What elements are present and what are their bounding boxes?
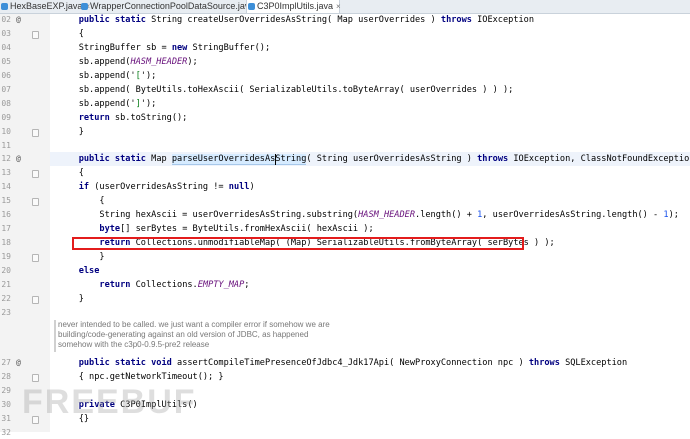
code-token: throws [528, 358, 560, 368]
code-token: StringBuffer sb = [58, 43, 172, 53]
code-token: String hexAscii = userOverridesAsString.… [58, 210, 359, 220]
code-line: { [58, 194, 105, 208]
doc-comment-bar [54, 320, 56, 352]
code-token: new [171, 43, 188, 53]
text-caret [275, 154, 276, 165]
code-token: else [78, 266, 100, 276]
code-token: public static [78, 154, 146, 164]
watermark: FREEBUF [22, 383, 197, 421]
highlight-box [72, 237, 524, 250]
code-line: public static void assertCompileTimePres… [58, 356, 627, 370]
doc-comment-line: never intended to be called. we just wan… [58, 320, 330, 329]
code-token: .length() + [415, 210, 478, 220]
code-token: IOException, ClassNotFoundException [508, 154, 690, 164]
code-line: sb.append(']'); [58, 97, 157, 111]
code-line: } [58, 292, 84, 306]
code-token: } [58, 294, 84, 304]
code-token: Map [145, 154, 172, 164]
code-token: String createUserOverridesAsString( Map … [145, 15, 441, 25]
code-token: EMPTY_MAP [197, 280, 245, 290]
code-token: ); [187, 57, 198, 67]
code-token: { [58, 29, 84, 39]
code-token: ( String userOverridesAsString ) [306, 154, 478, 164]
code-line: { [58, 27, 84, 41]
code-token: sb.append(' [58, 99, 136, 109]
code-token: StringBuffer(); [187, 43, 271, 53]
code-token: HASM_HEADER [358, 210, 416, 220]
doc-comment-line: building/code-generating against an old … [58, 330, 309, 339]
code-line: return sb.toString(); [58, 111, 188, 125]
code-line: String hexAscii = userOverridesAsString.… [58, 208, 679, 222]
code-token: sb.append( [58, 57, 131, 67]
code-line: else [58, 264, 100, 278]
code-token: return [99, 280, 131, 290]
code-token: '); [140, 99, 157, 109]
code-token: { [58, 168, 84, 178]
code-token: ); [668, 210, 679, 220]
code-line: } [58, 125, 84, 139]
code-token: IOException [471, 15, 535, 25]
code-line: sb.append('['); [58, 69, 157, 83]
code-token: } [58, 127, 84, 137]
code-token: sb.toString(); [109, 113, 188, 123]
code-token: throws [477, 154, 509, 164]
code-line: } [58, 250, 105, 264]
doc-comment: never intended to be called. we just wan… [58, 320, 358, 350]
code-token: sb.append( ByteUtils.toHexAscii( Seriali… [58, 85, 514, 95]
code-line: sb.append( ByteUtils.toHexAscii( Seriali… [58, 83, 514, 97]
code-token: public static void [78, 358, 172, 368]
code-line: byte[] serBytes = ByteUtils.fromHexAscii… [58, 222, 374, 236]
code-token: HASM_HEADER [130, 57, 188, 67]
code-token: assertCompileTimePresenceOfJdbc4_Jdk17Ap… [171, 358, 529, 368]
code-token: (userOverridesAsString != [89, 182, 229, 192]
code-token: ; [244, 280, 250, 290]
code-line: public static Map parseUserOverridesAsSt… [58, 152, 690, 166]
code-line: { npc.getNetworkTimeout(); } [58, 370, 224, 384]
code-token: { npc.getNetworkTimeout(); } [58, 372, 224, 382]
code-token: } [58, 252, 105, 262]
code-token: byte [99, 224, 121, 234]
code-token: { [58, 196, 105, 206]
code-line: StringBuffer sb = new StringBuffer(); [58, 41, 270, 55]
code-token: null [228, 182, 250, 192]
code-token: sb.append(' [58, 71, 136, 81]
code-token: , userOverridesAsString.length() - [482, 210, 664, 220]
code-token: [] serBytes = ByteUtils.fromHexAscii( he… [120, 224, 374, 234]
code-token: parseUserOverridesAsString [171, 154, 307, 165]
code-token: ) [249, 182, 255, 192]
code-line: { [58, 166, 84, 180]
code-token: throws [440, 15, 472, 25]
code-token: return [78, 113, 110, 123]
code-token: public static [78, 15, 146, 25]
doc-comment-line: somehow with the c3p0-0.9.5-pre2 release [58, 340, 210, 349]
code-token: SQLException [559, 358, 628, 368]
code-line: sb.append(HASM_HEADER); [58, 55, 198, 69]
code-line: if (userOverridesAsString != null) [58, 180, 255, 194]
code-editor[interactable]: public static String createUserOverrides… [0, 0, 690, 432]
code-line: return Collections.EMPTY_MAP; [58, 278, 249, 292]
code-token: '); [140, 71, 157, 81]
code-line: public static String createUserOverrides… [58, 13, 534, 27]
code-token: if [78, 182, 90, 192]
code-token: Collections. [130, 280, 198, 290]
